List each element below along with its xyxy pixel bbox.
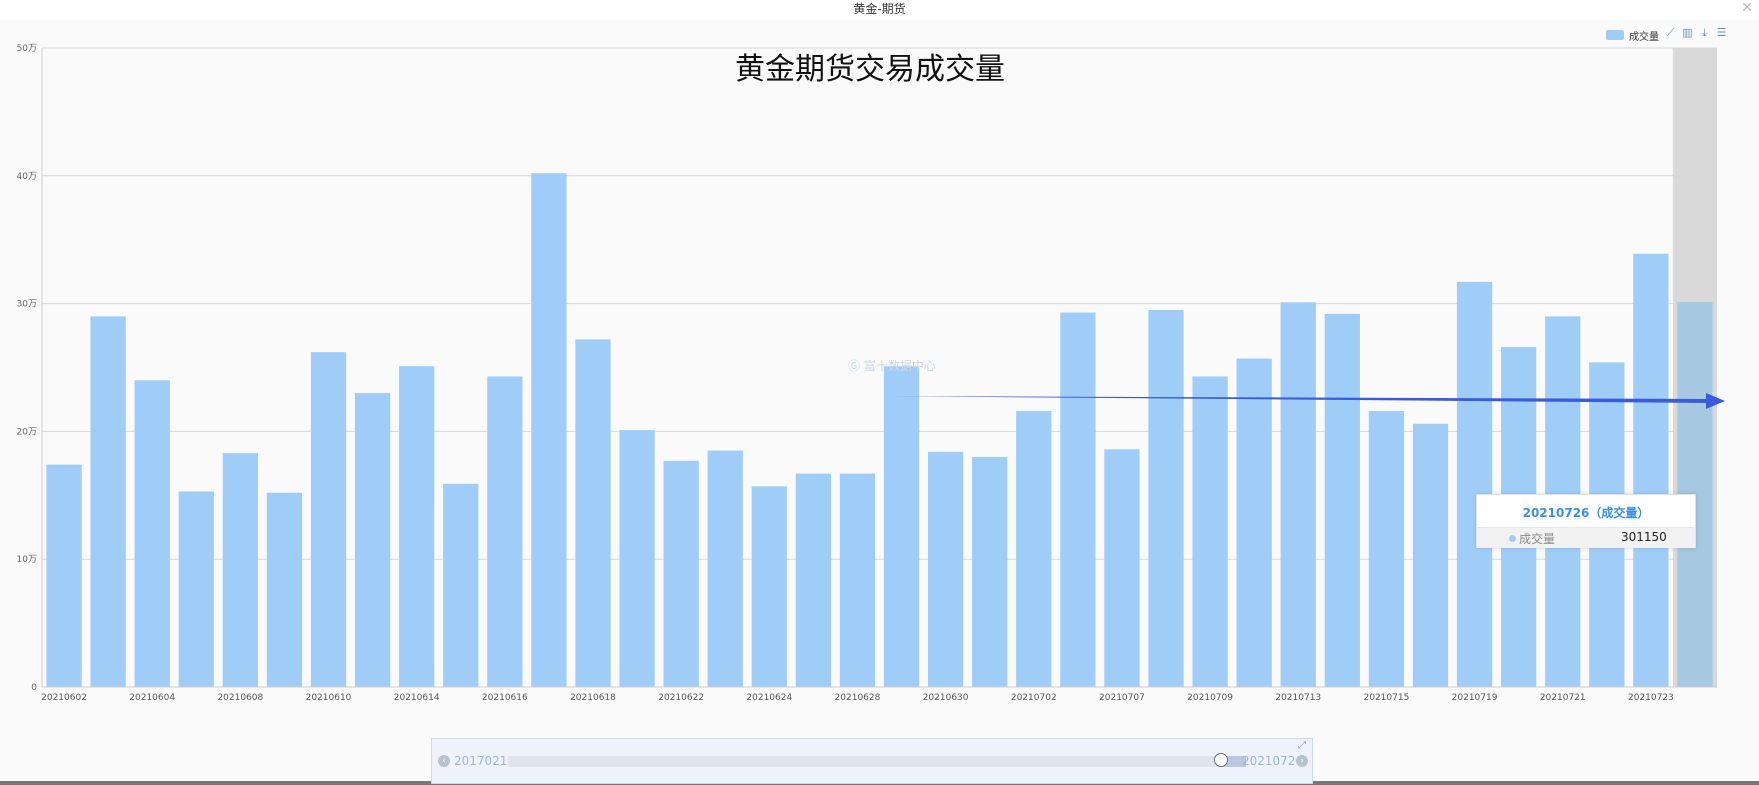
download-icon[interactable]: ⤓ xyxy=(1698,26,1711,39)
bar-20210701[interactable] xyxy=(972,456,1008,687)
chart-title: 黄金期货交易成交量 xyxy=(735,52,1005,87)
zoom-track[interactable] xyxy=(508,756,1246,767)
x-tick-label: 20210723 xyxy=(1628,693,1674,703)
tooltip-series-dot xyxy=(1509,535,1516,542)
bar-20210629[interactable] xyxy=(883,366,920,687)
x-tick-label: 20210628 xyxy=(835,693,881,703)
x-tick-label: 20210719 xyxy=(1452,693,1498,703)
y-tick-label: 40万 xyxy=(17,172,37,182)
x-tick-label: 20210608 xyxy=(217,693,263,703)
x-tick-label: 20210630 xyxy=(923,693,969,703)
x-tick-label: 20210702 xyxy=(1011,693,1057,703)
data-view-icon[interactable]: ☰ xyxy=(1715,26,1728,39)
bar-20210609[interactable] xyxy=(266,492,303,687)
bar-20210713[interactable] xyxy=(1280,302,1316,687)
bar-20210628[interactable] xyxy=(839,473,876,687)
x-tick-label: 20210610 xyxy=(306,693,352,703)
bar-20210608[interactable] xyxy=(222,453,258,687)
bar-20210621[interactable] xyxy=(619,430,655,687)
bar-20210603[interactable] xyxy=(90,316,126,687)
bar-20210616[interactable] xyxy=(487,376,523,687)
tooltip-series-name: 成交量 xyxy=(1519,532,1556,546)
y-tick-label: 20万 xyxy=(17,427,37,437)
bar-20210623[interactable] xyxy=(707,450,743,687)
x-tick-label: 20210624 xyxy=(746,693,792,703)
bar-20210610[interactable] xyxy=(310,352,347,687)
bar-20210615[interactable] xyxy=(443,483,479,687)
y-tick-label: 30万 xyxy=(17,300,37,310)
bar-20210622[interactable] xyxy=(663,460,699,687)
bar-20210715[interactable] xyxy=(1368,410,1405,687)
bar-20210707[interactable] xyxy=(1104,449,1140,687)
bar-20210723[interactable] xyxy=(1633,253,1669,687)
x-tick-label: 20210602 xyxy=(41,693,87,703)
x-tick-label: 20210715 xyxy=(1364,693,1410,703)
x-tick-label: 20210618 xyxy=(570,693,616,703)
bar-20210617[interactable] xyxy=(531,173,567,687)
line-chart-icon[interactable]: ⟋ xyxy=(1664,26,1677,39)
legend-label: 成交量 xyxy=(1629,31,1659,43)
expand-icon[interactable]: ⤢ xyxy=(1296,740,1308,752)
zoom-start-label: 2017021 xyxy=(454,754,508,768)
x-tick-label: 20210713 xyxy=(1275,693,1321,703)
bar-20210719[interactable] xyxy=(1456,281,1493,687)
tooltip-value: 301150 xyxy=(1621,530,1667,544)
bar-20210702[interactable] xyxy=(1016,410,1052,687)
legend-item-volume[interactable]: 成交量 xyxy=(1606,28,1659,43)
bar-20210625[interactable] xyxy=(795,473,832,687)
x-tick-label: 20210616 xyxy=(482,693,528,703)
bar-20210705[interactable] xyxy=(1060,312,1096,687)
x-tick-label: 20210622 xyxy=(658,693,704,703)
chevron-left-icon[interactable]: ‹ xyxy=(438,755,450,767)
bar-20210602[interactable] xyxy=(46,464,82,687)
tooltip-title: 20210726（成交量） xyxy=(1522,506,1650,520)
bar-20210716[interactable] xyxy=(1412,423,1449,687)
y-tick-label: 10万 xyxy=(17,555,37,565)
bar-chart-icon[interactable]: ▥ xyxy=(1681,26,1694,39)
y-tick-label: 0 xyxy=(31,683,37,693)
x-tick-label: 20210709 xyxy=(1187,693,1233,703)
bar-20210630[interactable] xyxy=(927,451,964,687)
bar-20210712[interactable] xyxy=(1236,358,1272,687)
chevron-right-icon[interactable]: › xyxy=(1296,755,1308,767)
bar-20210714[interactable] xyxy=(1324,313,1360,687)
watermark: Ⓖ 富十数据中心 xyxy=(848,359,936,373)
bar-20210607[interactable] xyxy=(178,491,214,687)
x-tick-label: 20210604 xyxy=(129,693,175,703)
chart-tooltip: 20210726（成交量） 成交量 301150 xyxy=(1476,494,1696,548)
bar-20210611[interactable] xyxy=(354,393,391,687)
legend-swatch xyxy=(1606,30,1624,40)
chart-toolbox: ⟋ ▥ ⤓ ☰ xyxy=(1664,26,1728,39)
zoom-end-label: 20210726 xyxy=(1242,754,1304,768)
bar-20210618[interactable] xyxy=(575,339,611,687)
data-zoom-slider[interactable]: ‹ 2017021 20210726 › ⤢ xyxy=(431,738,1313,784)
bar-20210624[interactable] xyxy=(751,486,787,687)
x-tick-label: 20210707 xyxy=(1099,693,1145,703)
x-tick-label: 20210721 xyxy=(1540,693,1586,703)
tooltip-row: 成交量 301150 xyxy=(1477,527,1695,548)
bar-chart: 0 10万 20万 30万 40万 50万 20210602 20210604 20210608… xyxy=(17,44,1725,703)
y-tick-label: 50万 xyxy=(17,44,37,54)
bar-20210708[interactable] xyxy=(1148,309,1184,687)
bar-20210614[interactable] xyxy=(399,366,435,687)
bar-20210709[interactable] xyxy=(1192,376,1228,687)
bar-20210604[interactable] xyxy=(134,380,170,687)
x-tick-label: 20210614 xyxy=(394,693,440,703)
